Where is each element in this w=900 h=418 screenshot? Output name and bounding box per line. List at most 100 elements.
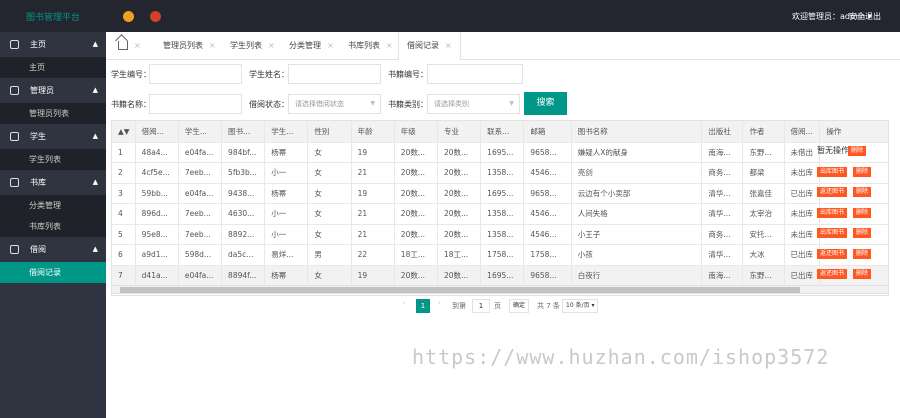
column-header[interactable]: 联系... bbox=[480, 121, 525, 143]
table-cell: 杨幂 bbox=[264, 183, 309, 204]
page-number-current[interactable]: 1 bbox=[416, 299, 430, 313]
column-header[interactable]: 年级 bbox=[394, 121, 438, 143]
checkout-book-button[interactable]: 出库图书 bbox=[817, 207, 848, 218]
delete-button[interactable]: 删除 bbox=[853, 269, 872, 279]
table-cell: 95e8... bbox=[135, 224, 179, 245]
home-tab-icon[interactable] bbox=[118, 41, 128, 50]
sidebar-item-borrow-records[interactable]: 借阅记录 bbox=[0, 262, 106, 283]
operations-row: 返还图书 删除 bbox=[812, 264, 889, 285]
book-name-input[interactable] bbox=[149, 94, 242, 114]
tab-borrow-records[interactable]: 借阅记录 × bbox=[398, 32, 461, 60]
table-cell: 8894f... bbox=[221, 265, 266, 286]
table-row[interactable]: 2 4cf5e... 7eeb... 5fb3b... 小一女 21 20数... 20数..… bbox=[112, 162, 888, 184]
tab-student-list[interactable]: 学生列表 × bbox=[230, 32, 275, 60]
sidebar-group-admin[interactable]: 管理员 ▲ bbox=[0, 78, 106, 103]
sidebar-group-student[interactable]: 学生 ▲ bbox=[0, 124, 106, 149]
table-cell: 21 bbox=[351, 224, 395, 245]
sort-icon[interactable]: ▲▼ bbox=[112, 121, 136, 143]
close-icon[interactable]: × bbox=[327, 41, 334, 50]
refresh-icon[interactable] bbox=[150, 11, 161, 22]
goto-confirm-button[interactable]: 确定 bbox=[509, 299, 530, 313]
borrow-status-select[interactable]: 请选择借阅状态 ▼ bbox=[288, 94, 381, 114]
column-header[interactable]: 图书... bbox=[221, 121, 266, 143]
sidebar-item-category[interactable]: 分类管理 bbox=[0, 195, 106, 216]
tab-category[interactable]: 分类管理 × bbox=[289, 32, 334, 60]
sidebar-group-label: 主页 bbox=[30, 40, 46, 49]
prev-page-button[interactable]: ‹ bbox=[403, 299, 406, 313]
student-name-input[interactable] bbox=[288, 64, 381, 84]
return-book-button[interactable]: 返还图书 bbox=[817, 187, 848, 197]
no-action-label: 暂无操作 bbox=[817, 146, 849, 155]
table-cell: 女 bbox=[307, 265, 352, 286]
column-header[interactable]: 借阅... bbox=[784, 121, 821, 143]
close-icon[interactable]: × bbox=[209, 41, 216, 50]
table-row[interactable]: 3 59bb... e04fa... 9438... 杨幂女 19 20数... 20数...… bbox=[112, 183, 888, 204]
sidebar-group-library[interactable]: 书库 ▲ bbox=[0, 170, 106, 195]
menu-toggle-icon[interactable] bbox=[123, 11, 134, 22]
close-icon[interactable]: × bbox=[445, 41, 452, 50]
close-icon[interactable]: × bbox=[268, 41, 275, 50]
table-cell: 20数... bbox=[394, 183, 438, 204]
table-cell: 19 bbox=[351, 142, 395, 163]
column-header[interactable]: 年龄 bbox=[351, 121, 395, 143]
return-book-button[interactable]: 返还图书 bbox=[817, 269, 848, 279]
logout-link[interactable]: 安全退出 bbox=[849, 11, 881, 22]
checkout-book-button[interactable]: 出库图书 bbox=[817, 166, 848, 177]
delete-button[interactable]: 删除 bbox=[853, 187, 872, 197]
sidebar-item-admin-list[interactable]: 管理员列表 bbox=[0, 103, 106, 124]
column-header[interactable]: 作者 bbox=[742, 121, 785, 143]
column-header[interactable]: 邮箱 bbox=[523, 121, 572, 143]
delete-button[interactable]: 删除 bbox=[853, 228, 872, 238]
book-no-input[interactable] bbox=[427, 64, 523, 84]
column-header[interactable]: 学生... bbox=[264, 121, 309, 143]
column-header[interactable]: 借阅... bbox=[135, 121, 179, 143]
table-cell: 48a4... bbox=[135, 142, 179, 163]
table-cell: 20数... bbox=[437, 162, 482, 184]
box-icon bbox=[10, 178, 19, 187]
table-cell: a9d1... bbox=[135, 244, 179, 266]
page-unit-label: 页 bbox=[494, 302, 501, 310]
table-cell: 男 bbox=[307, 244, 352, 266]
book-category-select[interactable]: 请选择类别 ▼ bbox=[427, 94, 520, 114]
column-header[interactable]: 学生... bbox=[178, 121, 223, 143]
table-row[interactable]: 4 896d... 7eeb... 4630... 小一女 21 20数... 20数... 1… bbox=[112, 203, 888, 225]
table-cell: 896d... bbox=[135, 203, 179, 225]
return-book-button[interactable]: 返还图书 bbox=[817, 248, 848, 259]
search-button[interactable]: 搜索 bbox=[524, 92, 567, 115]
column-header[interactable]: 出版社 bbox=[701, 121, 744, 143]
table-row[interactable]: 7 d41a... e04fa... 8894f... 杨幂女 19 20数... 20数..… bbox=[112, 265, 888, 286]
student-no-input[interactable] bbox=[149, 64, 242, 84]
next-page-button[interactable]: › bbox=[438, 299, 441, 313]
home-tab-close[interactable]: × bbox=[134, 32, 141, 60]
sidebar-item-home[interactable]: 主页 bbox=[0, 57, 106, 78]
delete-button[interactable]: 删除 bbox=[853, 248, 872, 259]
row-index: 2 bbox=[112, 162, 136, 184]
scrollbar-thumb[interactable] bbox=[120, 287, 800, 293]
goto-page-input[interactable]: 1 bbox=[472, 299, 490, 313]
table-cell: 女 bbox=[307, 142, 352, 163]
tab-admin-list[interactable]: 管理员列表 × bbox=[163, 32, 216, 60]
column-header[interactable]: 图书名称 bbox=[571, 121, 703, 143]
table-row[interactable]: 6 a9d1... 598d... da5c... 易烊... 男 22 18工... 18工.… bbox=[112, 244, 888, 266]
sidebar-group-home[interactable]: 主页 ▲ bbox=[0, 32, 106, 57]
sidebar-group-label: 借阅 bbox=[30, 245, 46, 254]
horizontal-scrollbar[interactable] bbox=[111, 285, 889, 294]
table-row[interactable]: 5 95e8... 7eeb... 8892... 小一女 21 20数... 20数... 1… bbox=[112, 224, 888, 245]
sidebar-item-book-list[interactable]: 书库列表 bbox=[0, 216, 106, 237]
sidebar-group-borrow[interactable]: 借阅 ▲ bbox=[0, 237, 106, 262]
delete-button[interactable]: 删除 bbox=[853, 166, 872, 177]
page-size-select[interactable]: 10 条/页 ▾ bbox=[562, 299, 599, 313]
checkout-book-button[interactable]: 出库图书 bbox=[817, 228, 848, 238]
table-cell: 1358... bbox=[480, 224, 525, 245]
column-header[interactable]: 专业 bbox=[437, 121, 482, 143]
table-row[interactable]: 1 48a4... e04fa... 984bf... 杨幂女 19 20数... 20数..… bbox=[112, 142, 888, 163]
sidebar-item-student-list[interactable]: 学生列表 bbox=[0, 149, 106, 170]
table-cell: 清华... bbox=[701, 203, 744, 225]
close-icon[interactable]: × bbox=[386, 41, 393, 50]
delete-button[interactable]: 删除 bbox=[848, 146, 867, 156]
delete-button[interactable]: 删除 bbox=[853, 207, 872, 218]
table-cell: 1758... bbox=[523, 244, 572, 266]
column-header[interactable]: 性别 bbox=[307, 121, 352, 143]
book-category-label: 书籍类别： bbox=[388, 100, 428, 109]
tab-book-list[interactable]: 书库列表 × bbox=[348, 32, 393, 60]
